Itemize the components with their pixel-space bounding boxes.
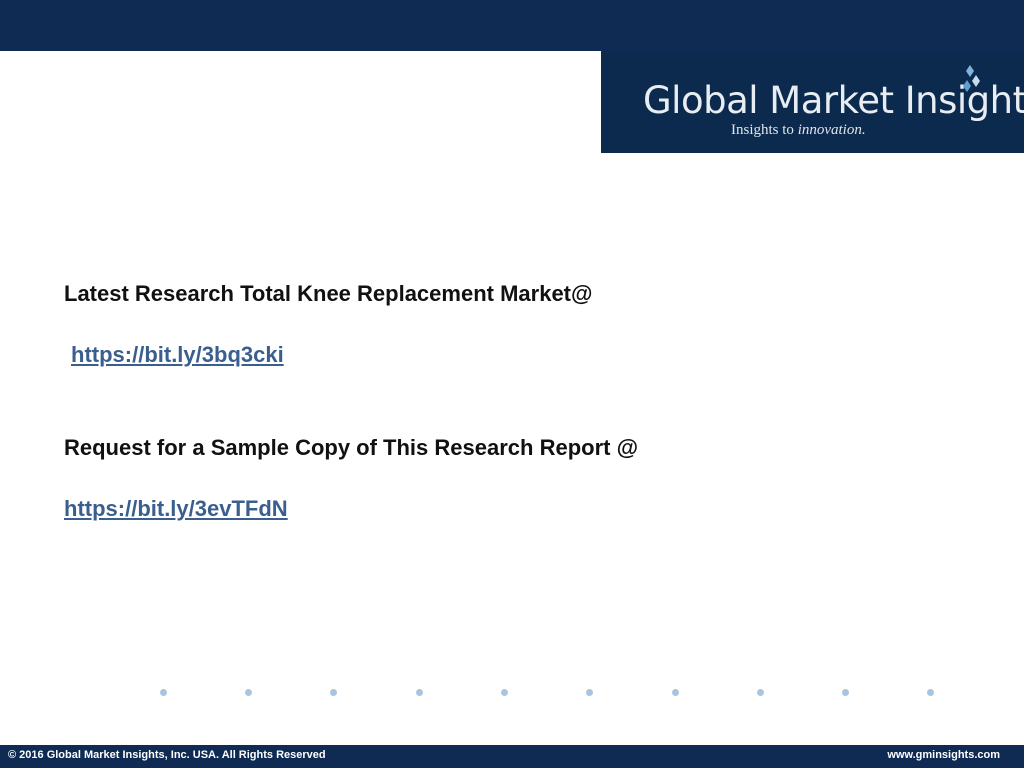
logo-tagline: Insights to innovation. bbox=[731, 122, 866, 139]
dot bbox=[330, 689, 337, 696]
diamond-icon bbox=[963, 65, 980, 92]
dot bbox=[245, 689, 252, 696]
company-logo: Global Market Insights Insights to innov… bbox=[601, 51, 1024, 153]
dot bbox=[160, 689, 167, 696]
dot bbox=[927, 689, 934, 696]
link-sample-request[interactable]: https://bit.ly/3evTFdN bbox=[64, 496, 288, 522]
decorative-dot-row bbox=[0, 689, 1024, 697]
dot bbox=[416, 689, 423, 696]
dot bbox=[586, 689, 593, 696]
dot bbox=[757, 689, 764, 696]
footer-website-link[interactable]: www.gminsights.com bbox=[887, 749, 1000, 761]
link-latest-research[interactable]: https://bit.ly/3bq3cki bbox=[71, 342, 284, 368]
heading-sample-request: Request for a Sample Copy of This Resear… bbox=[64, 435, 639, 460]
heading-latest-research: Latest Research Total Knee Replacement M… bbox=[64, 281, 593, 306]
dot bbox=[672, 689, 679, 696]
dot bbox=[501, 689, 508, 696]
logo-tagline-prefix: Insights to bbox=[731, 122, 798, 138]
footer-copyright: © 2016 Global Market Insights, Inc. USA.… bbox=[8, 749, 326, 761]
logo-tagline-emphasis: innovation. bbox=[797, 122, 866, 138]
top-header-bar bbox=[0, 0, 1024, 51]
dot bbox=[842, 689, 849, 696]
footer-bar: © 2016 Global Market Insights, Inc. USA.… bbox=[0, 745, 1024, 768]
